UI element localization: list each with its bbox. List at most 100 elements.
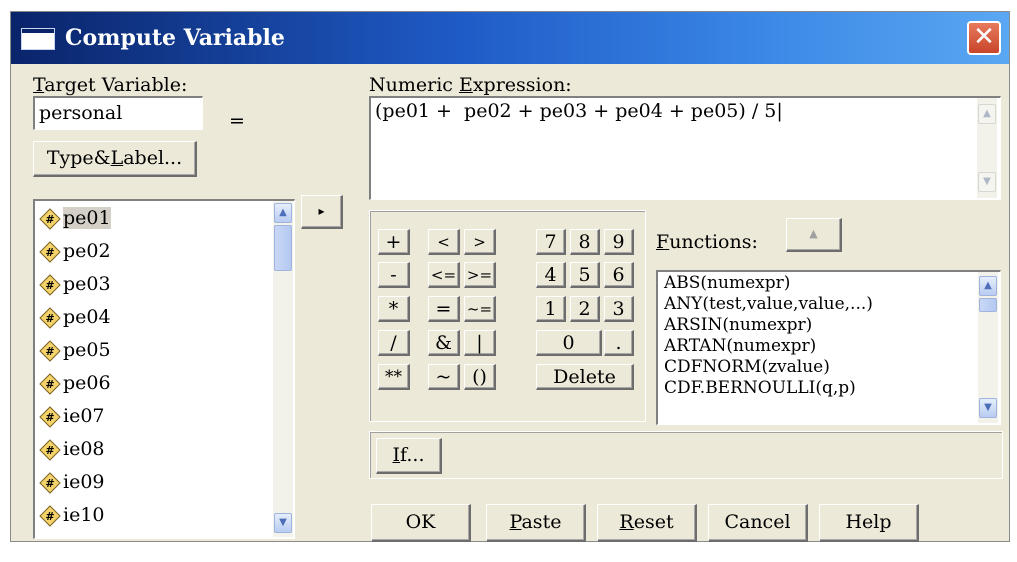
key-minus[interactable]: - xyxy=(378,262,410,288)
key-and[interactable]: & xyxy=(428,330,460,356)
variable-list-item[interactable]: # ie10 xyxy=(39,499,105,531)
cancel-button[interactable]: Cancel xyxy=(708,504,808,542)
numeric-expression-label: Numeric Expression: xyxy=(369,74,572,96)
key-digit[interactable]: 2 xyxy=(570,296,600,322)
numeric-variable-icon: # xyxy=(39,307,61,329)
key-less-than[interactable]: < xyxy=(428,229,460,255)
variable-name: pe05 xyxy=(63,339,111,361)
numeric-expression-textarea[interactable]: (pe01 + pe02 + pe03 + pe04 + pe05) / 5| … xyxy=(369,96,1001,200)
variable-list-item[interactable]: # pe06 xyxy=(39,367,111,399)
key-not-equal[interactable]: ~= xyxy=(464,296,496,322)
key-zero[interactable]: 0 xyxy=(536,330,602,356)
svg-text:#: # xyxy=(45,213,54,226)
numeric-expression-value: (pe01 + pe02 + pe03 + pe04 + pe05) / 5| xyxy=(375,100,783,122)
expression-scroll-down-icon[interactable]: ▼ xyxy=(978,172,996,192)
key-less-equal[interactable]: <= xyxy=(428,262,460,288)
if-button[interactable]: If... xyxy=(376,438,442,474)
variable-list-item[interactable]: # ie07 xyxy=(39,400,105,432)
functions-scroll-up-icon[interactable]: ▲ xyxy=(979,276,997,296)
numeric-variable-icon: # xyxy=(39,274,61,296)
title-bar[interactable]: Compute Variable ✕ xyxy=(11,12,1009,64)
functions-scroll-down-icon[interactable]: ▼ xyxy=(979,398,997,418)
numeric-variable-icon: # xyxy=(39,340,61,362)
variable-name: ie08 xyxy=(63,438,105,460)
variable-list-item[interactable]: # ie08 xyxy=(39,433,105,465)
variable-name: pe03 xyxy=(63,273,111,295)
window-icon xyxy=(21,28,55,50)
if-panel: If... xyxy=(369,431,1003,479)
key-digit[interactable]: 6 xyxy=(604,262,634,288)
expression-scrollbar[interactable]: ▲ ▼ xyxy=(977,98,997,198)
svg-text:#: # xyxy=(45,378,54,391)
scroll-down-arrow-icon[interactable]: ▼ xyxy=(274,513,292,533)
scroll-up-arrow-icon[interactable]: ▲ xyxy=(274,203,292,223)
expression-scroll-up-icon[interactable]: ▲ xyxy=(978,104,996,124)
variable-list-item[interactable]: # pe01 xyxy=(39,202,111,234)
key-digit[interactable]: 4 xyxy=(536,262,566,288)
key-digit[interactable]: 8 xyxy=(570,229,600,255)
variable-list-scrollbar[interactable]: ▲ ▼ xyxy=(273,201,293,537)
function-insert-button[interactable]: ▲ xyxy=(786,218,842,252)
reset-button[interactable]: Reset xyxy=(597,504,697,542)
target-variable-label: Target Variable: xyxy=(33,74,188,96)
key-divide[interactable]: / xyxy=(378,330,410,356)
svg-text:#: # xyxy=(45,477,54,490)
variable-name: pe02 xyxy=(63,240,111,262)
svg-text:#: # xyxy=(45,510,54,523)
key-digit[interactable]: 7 xyxy=(536,229,566,255)
key-digit[interactable]: 1 xyxy=(536,296,566,322)
delete-button[interactable]: Delete xyxy=(536,364,634,390)
function-list-item[interactable]: ANY(test,value,value,...) xyxy=(664,295,873,314)
key-multiply[interactable]: * xyxy=(378,296,410,322)
variable-list-item[interactable]: # pe04 xyxy=(39,301,111,333)
variable-list-item[interactable]: # pe02 xyxy=(39,235,111,267)
key-greater-equal[interactable]: >= xyxy=(464,262,496,288)
key-digit[interactable]: 9 xyxy=(604,229,634,255)
functions-scroll-thumb[interactable] xyxy=(979,298,997,312)
functions-scrollbar[interactable]: ▲ ▼ xyxy=(978,272,998,423)
window-title: Compute Variable xyxy=(65,25,285,51)
paste-button[interactable]: Paste xyxy=(486,504,586,542)
variable-name: pe01 xyxy=(63,207,111,229)
variable-name: ie10 xyxy=(63,504,105,526)
key-digit[interactable]: 5 xyxy=(570,262,600,288)
svg-text:#: # xyxy=(45,312,54,325)
numeric-variable-icon: # xyxy=(39,406,61,428)
variable-list-item[interactable]: # ie09 xyxy=(39,466,105,498)
key-not[interactable]: ~ xyxy=(428,364,460,390)
compute-variable-dialog: Compute Variable ✕ Target Variable: pers… xyxy=(10,11,1010,542)
key-power[interactable]: ** xyxy=(378,364,410,390)
function-list-item[interactable]: CDFNORM(zvalue) xyxy=(664,358,830,377)
function-list-item[interactable]: ARSIN(numexpr) xyxy=(664,316,812,335)
type-label-button[interactable]: Type&Label... xyxy=(33,141,197,177)
function-list-item[interactable]: CDF.BERNOULLI(q,p) xyxy=(664,379,856,398)
functions-label: Functions: xyxy=(656,231,758,253)
target-variable-input[interactable]: personal xyxy=(33,96,203,130)
svg-text:#: # xyxy=(45,246,54,259)
key-greater-than[interactable]: > xyxy=(464,229,496,255)
key-plus[interactable]: + xyxy=(378,229,410,255)
target-variable-value: personal xyxy=(39,102,123,124)
key-digit[interactable]: 3 xyxy=(604,296,634,322)
key-decimal[interactable]: . xyxy=(604,330,634,356)
equals-sign: = xyxy=(229,110,245,132)
variable-list-item[interactable]: # pe05 xyxy=(39,334,111,366)
functions-list[interactable]: ABS(numexpr) ANY(test,value,value,...) ARS… xyxy=(656,270,1001,425)
scroll-thumb[interactable] xyxy=(274,225,292,271)
close-button[interactable]: ✕ xyxy=(967,21,1001,55)
variable-name: pe06 xyxy=(63,372,111,394)
key-or[interactable]: | xyxy=(464,330,496,356)
variable-list[interactable]: # pe01 # pe02 # pe03 # pe04 # pe05 # pe06 # ie07 # ie08… xyxy=(33,199,295,539)
numeric-variable-icon: # xyxy=(39,505,61,527)
move-variable-button[interactable]: ▸ xyxy=(301,195,343,229)
key-equal[interactable]: = xyxy=(428,296,460,322)
function-list-item[interactable]: ARTAN(numexpr) xyxy=(664,337,816,356)
svg-text:#: # xyxy=(45,279,54,292)
svg-text:#: # xyxy=(45,444,54,457)
numeric-variable-icon: # xyxy=(39,472,61,494)
key-parentheses[interactable]: () xyxy=(464,364,496,390)
variable-list-item[interactable]: # pe03 xyxy=(39,268,111,300)
help-button[interactable]: Help xyxy=(819,504,919,542)
function-list-item[interactable]: ABS(numexpr) xyxy=(664,274,790,293)
ok-button[interactable]: OK xyxy=(371,504,471,542)
